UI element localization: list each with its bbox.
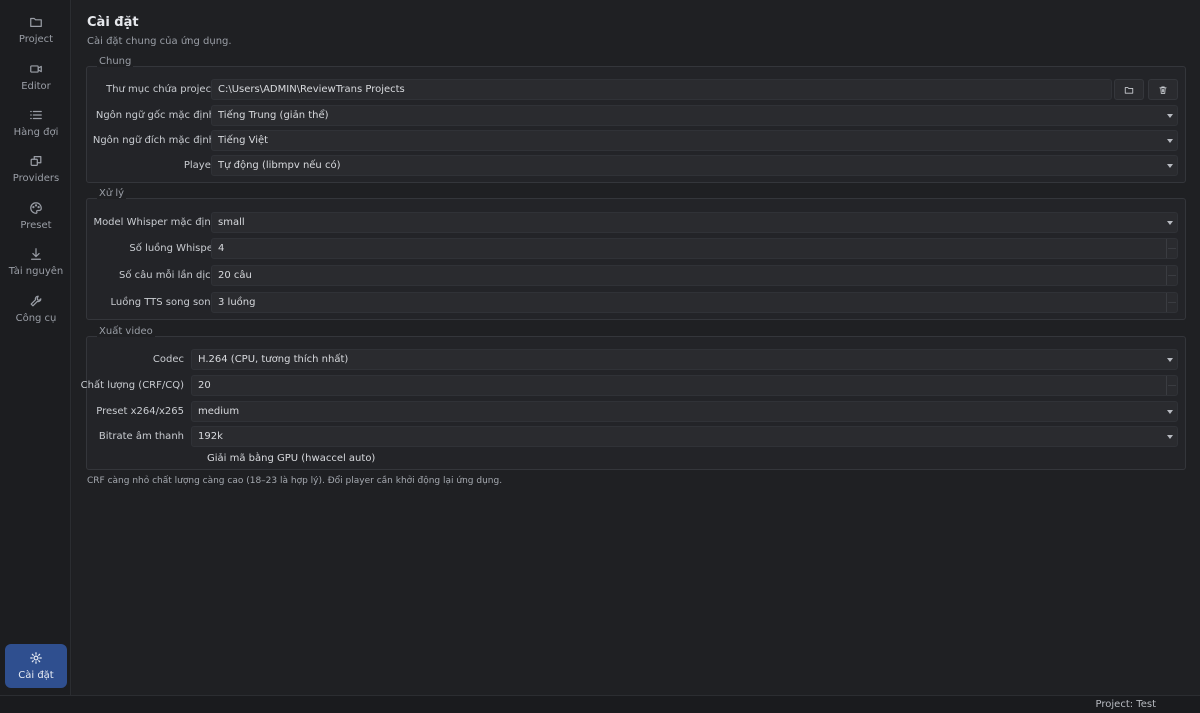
- spin-buttons[interactable]: [1166, 266, 1177, 285]
- sidebar-item-label: Project: [18, 34, 54, 45]
- gpu-decode-checkbox[interactable]: Giải mã bằng GPU (hwaccel auto): [207, 453, 375, 464]
- general-group: Chung Thư mục chứa project C:\Users\ADMI…: [86, 56, 1186, 183]
- player-value: Tự động (libmpv nếu có): [218, 160, 341, 171]
- whisper-model-select[interactable]: small: [211, 212, 1178, 233]
- codec-label: Codec: [152, 354, 184, 365]
- sidebar: Project Editor Hàng đợi Providers Preset…: [0, 0, 71, 695]
- codec-select[interactable]: H.264 (CPU, tương thích nhất): [191, 349, 1178, 370]
- browse-folder-button[interactable]: [1114, 79, 1144, 100]
- dst-lang-value: Tiếng Việt: [218, 135, 269, 146]
- chevron-down-icon: [1167, 358, 1173, 362]
- status-bar: Project: Test: [0, 695, 1200, 713]
- whisper-threads-label: Số luồng Whisper: [129, 243, 217, 254]
- tts-threads-label: Luồng TTS song song: [110, 297, 218, 308]
- palette-icon: [30, 202, 42, 214]
- bitrate-label: Bitrate âm thanh: [98, 431, 184, 442]
- wrench-icon: [30, 295, 42, 307]
- chevron-down-icon: [1167, 435, 1173, 439]
- src-lang-value: Tiếng Trung (giản thể): [218, 110, 329, 121]
- sidebar-item-label: Cài đặt: [18, 670, 54, 681]
- whisper-model-value: small: [218, 217, 245, 228]
- trash-icon: [1159, 85, 1167, 94]
- preset-value: medium: [198, 406, 240, 417]
- sidebar-item-settings[interactable]: Cài đặt: [5, 644, 67, 688]
- batch-size-label: Số câu mỗi lần dịch: [119, 270, 217, 281]
- page-title: Cài đặt: [87, 15, 139, 30]
- whisper-threads-value: 4: [218, 243, 225, 254]
- chevron-down-icon: [1167, 164, 1173, 168]
- sidebar-item-queue[interactable]: Hàng đợi: [5, 101, 67, 145]
- src-lang-label: Ngôn ngữ gốc mặc định: [95, 110, 215, 121]
- spin-buttons[interactable]: [1166, 239, 1177, 258]
- batch-size-value: 20 câu: [218, 270, 252, 281]
- status-project: Project: Test: [1095, 699, 1156, 710]
- video-icon: [30, 65, 42, 73]
- quality-value: 20: [198, 380, 211, 391]
- bitrate-value: 192k: [198, 431, 223, 442]
- project-dir-input[interactable]: C:\Users\ADMIN\ReviewTrans Projects: [211, 79, 1112, 100]
- dst-lang-select[interactable]: Tiếng Việt: [211, 130, 1178, 151]
- src-lang-select[interactable]: Tiếng Trung (giản thể): [211, 105, 1178, 126]
- dst-lang-label: Ngôn ngữ đích mặc định: [92, 135, 215, 146]
- bitrate-select[interactable]: 192k: [191, 426, 1178, 447]
- project-dir-label: Thư mục chứa project: [106, 84, 215, 95]
- processing-group: Xử lý Model Whisper mặc định small Số lu…: [86, 188, 1186, 320]
- processing-group-title: Xử lý: [97, 188, 127, 199]
- clear-folder-button[interactable]: [1148, 79, 1178, 100]
- player-select[interactable]: Tự động (libmpv nếu có): [211, 155, 1178, 176]
- chevron-down-icon: [1167, 114, 1173, 118]
- sidebar-item-providers[interactable]: Providers: [5, 147, 67, 191]
- list-icon: [30, 110, 42, 120]
- export-group: Xuất video Codec H.264 (CPU, tương thích…: [81, 326, 1186, 470]
- quality-spinbox[interactable]: 20: [191, 375, 1178, 396]
- quality-label: Chất lượng (CRF/CQ): [80, 380, 184, 391]
- download-icon: [31, 248, 41, 260]
- sidebar-item-label: Preset: [20, 220, 52, 231]
- tts-threads-spinbox[interactable]: 3 luồng: [211, 292, 1178, 313]
- whisper-model-label: Model Whisper mặc định: [93, 217, 217, 228]
- chevron-down-icon: [1167, 139, 1173, 143]
- export-group-title: Xuất video: [97, 326, 155, 337]
- codec-value: H.264 (CPU, tương thích nhất): [198, 354, 349, 365]
- sidebar-item-label: Công cụ: [15, 313, 57, 324]
- folder-open-icon: [1124, 86, 1134, 94]
- sidebar-item-resources[interactable]: Tài nguyên: [5, 240, 67, 284]
- project-dir-value: C:\Users\ADMIN\ReviewTrans Projects: [218, 84, 405, 95]
- sidebar-item-editor[interactable]: Editor: [5, 55, 67, 99]
- preset-select[interactable]: medium: [191, 401, 1178, 422]
- providers-icon: [30, 156, 42, 166]
- folder-icon: [30, 17, 42, 27]
- footnote: CRF càng nhỏ chất lượng càng cao (18–23 …: [87, 476, 503, 486]
- spin-buttons[interactable]: [1166, 376, 1177, 395]
- sidebar-item-tools[interactable]: Công cụ: [5, 287, 67, 331]
- preset-label: Preset x264/x265: [96, 406, 184, 417]
- tts-threads-value: 3 luồng: [218, 297, 256, 308]
- spin-buttons[interactable]: [1166, 293, 1177, 312]
- sidebar-item-project[interactable]: Project: [5, 8, 67, 52]
- chevron-down-icon: [1167, 221, 1173, 225]
- whisper-threads-spinbox[interactable]: 4: [211, 238, 1178, 259]
- batch-size-spinbox[interactable]: 20 câu: [211, 265, 1178, 286]
- settings-page: Cài đặt Cài đặt chung của ứng dụng. Chun…: [72, 0, 1200, 695]
- sidebar-item-label: Tài nguyên: [8, 266, 64, 277]
- sidebar-item-preset[interactable]: Preset: [5, 194, 67, 238]
- general-group-title: Chung: [97, 56, 134, 67]
- sidebar-item-label: Hàng đợi: [13, 127, 59, 138]
- sidebar-item-label: Editor: [21, 81, 51, 92]
- chevron-down-icon: [1167, 410, 1173, 414]
- sidebar-item-label: Providers: [12, 173, 60, 184]
- page-subtitle: Cài đặt chung của ứng dụng.: [87, 36, 232, 47]
- gear-icon: [30, 652, 42, 664]
